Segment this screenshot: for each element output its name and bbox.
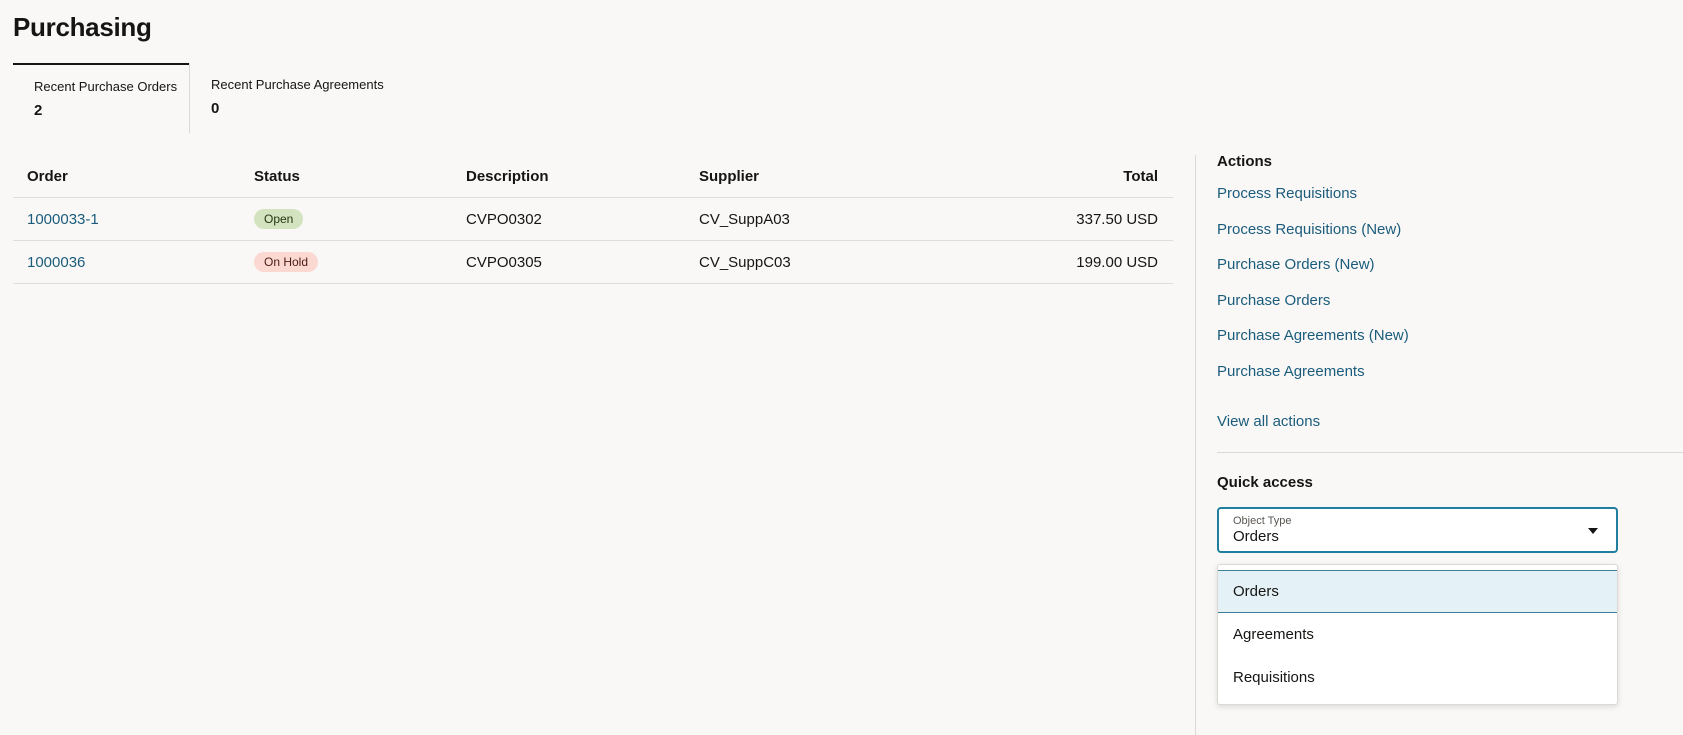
option-orders[interactable]: Orders xyxy=(1218,570,1617,613)
description-cell: CVPO0305 xyxy=(466,253,542,271)
side-panel: Actions Process Requisitions Process Req… xyxy=(1217,153,1683,705)
table-row[interactable]: 1000036 On Hold CVPO0305 CV_SuppC03 199.… xyxy=(13,241,1173,284)
actions-title: Actions xyxy=(1217,153,1273,170)
tab-recent-purchase-agreements[interactable]: Recent Purchase Agreements 0 xyxy=(189,63,409,133)
action-process-requisitions-new[interactable]: Process Requisitions (New) xyxy=(1217,220,1683,256)
option-agreements[interactable]: Agreements xyxy=(1218,613,1617,656)
column-header-supplier[interactable]: Supplier xyxy=(699,155,759,197)
page-title: Purchasing xyxy=(13,12,152,42)
order-link[interactable]: 1000033-1 xyxy=(27,211,99,228)
status-badge: On Hold xyxy=(254,252,319,272)
table-header-row: Order Status Description Supplier Total xyxy=(13,155,1173,198)
total-cell: 337.50 USD xyxy=(1076,210,1158,228)
object-type-dropdown: Orders Agreements Requisitions xyxy=(1217,564,1618,705)
panel-divider xyxy=(1195,155,1196,735)
orders-table: Order Status Description Supplier Total … xyxy=(13,155,1173,284)
action-purchase-agreements[interactable]: Purchase Agreements xyxy=(1217,362,1683,398)
quick-access-title: Quick access xyxy=(1217,474,1313,491)
description-cell: CVPO0302 xyxy=(466,210,542,228)
total-cell: 199.00 USD xyxy=(1076,253,1158,271)
tab-count: 0 xyxy=(211,100,220,117)
column-header-total[interactable]: Total xyxy=(1123,155,1158,197)
view-all-actions-link[interactable]: View all actions xyxy=(1217,413,1320,430)
tab-count: 2 xyxy=(34,102,43,119)
action-purchase-orders[interactable]: Purchase Orders xyxy=(1217,291,1683,327)
column-header-description[interactable]: Description xyxy=(466,155,549,197)
chevron-down-icon[interactable] xyxy=(1588,528,1598,534)
tab-label: Recent Purchase Agreements xyxy=(211,77,384,92)
option-requisitions[interactable]: Requisitions xyxy=(1218,656,1617,699)
order-link[interactable]: 1000036 xyxy=(27,254,85,271)
action-process-requisitions[interactable]: Process Requisitions xyxy=(1217,184,1683,220)
tab-label: Recent Purchase Orders xyxy=(34,79,178,94)
select-label: Object Type xyxy=(1233,515,1292,527)
status-badge: Open xyxy=(254,209,304,229)
supplier-cell: CV_SuppA03 xyxy=(699,210,790,228)
action-purchase-orders-new[interactable]: Purchase Orders (New) xyxy=(1217,255,1683,291)
column-header-order[interactable]: Order xyxy=(27,155,68,197)
action-purchase-agreements-new[interactable]: Purchase Agreements (New) xyxy=(1217,326,1683,362)
tab-recent-purchase-orders[interactable]: Recent Purchase Orders 2 xyxy=(13,63,189,133)
select-value: Orders xyxy=(1233,528,1279,545)
column-header-status[interactable]: Status xyxy=(254,155,300,197)
supplier-cell: CV_SuppC03 xyxy=(699,253,791,271)
table-row[interactable]: 1000033-1 Open CVPO0302 CV_SuppA03 337.5… xyxy=(13,198,1173,241)
object-type-select[interactable]: Object Type Orders xyxy=(1217,507,1618,553)
section-divider xyxy=(1217,452,1683,453)
